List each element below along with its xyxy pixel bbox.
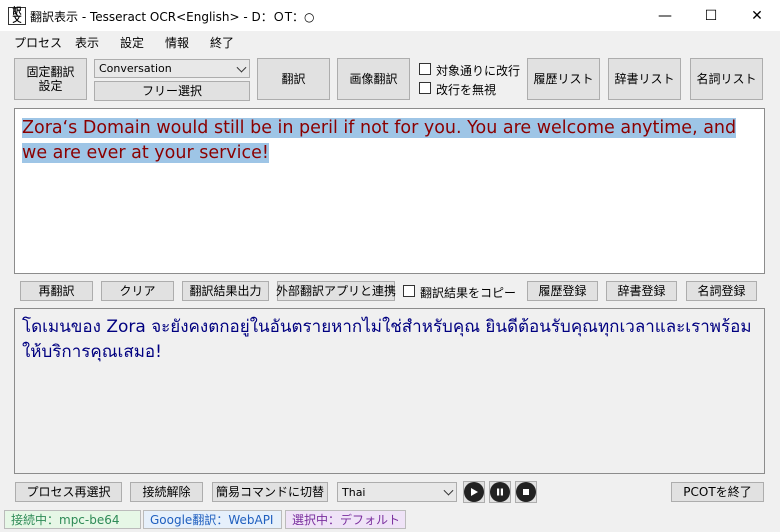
dictionary-list-button[interactable]: 辞書リスト: [608, 58, 681, 100]
close-button[interactable]: ✕: [734, 0, 780, 31]
ignore-newline-label: 改行を無視: [436, 83, 497, 97]
history-list-button[interactable]: 履歴リスト: [527, 58, 600, 100]
output-result-button[interactable]: 翻訳結果出力: [182, 281, 269, 301]
language-select[interactable]: Thai: [337, 482, 457, 502]
stop-icon: [516, 482, 536, 502]
menu-view[interactable]: 表示: [75, 34, 99, 51]
translated-text: โดเมนของ Zora จะยังคงตกอยู่ในอันตรายหากไ…: [22, 317, 752, 362]
free-select-button[interactable]: フリー選択: [94, 81, 250, 101]
noun-list-button[interactable]: 名詞リスト: [690, 58, 763, 100]
menu-exit[interactable]: 終了: [210, 34, 234, 51]
menu-bar: [0, 31, 780, 53]
fixed-translation-settings-button[interactable]: 固定翻訳 設定: [14, 58, 87, 100]
retranslate-button[interactable]: 再翻訳: [20, 281, 93, 301]
menu-info[interactable]: 情報: [165, 34, 189, 51]
status-connection: 接続中：mpc-be64: [4, 510, 141, 529]
reselect-process-button[interactable]: プロセス再選択: [15, 482, 122, 502]
status-selection: 選択中：デフォルト: [285, 510, 406, 529]
stop-button[interactable]: [515, 481, 537, 503]
chevron-down-icon: [443, 485, 454, 496]
status-engine: Google翻訳：WebAPI: [143, 510, 282, 529]
pause-button[interactable]: [489, 481, 511, 503]
menu-settings[interactable]: 設定: [120, 34, 144, 51]
mode-select[interactable]: Conversation: [94, 59, 250, 78]
copy-result-checkbox[interactable]: [403, 285, 415, 297]
pause-icon: [490, 482, 510, 502]
maximize-button[interactable]: ☐: [688, 0, 734, 31]
chevron-down-icon: [236, 62, 247, 73]
newline-as-target-label: 対象通りに改行: [436, 64, 521, 78]
external-app-link-button[interactable]: 外部翻訳アプリと連携: [276, 281, 396, 301]
simple-command-button[interactable]: 簡易コマンドに切替: [212, 482, 328, 502]
play-button[interactable]: [463, 481, 485, 503]
minimize-button[interactable]: —: [642, 0, 688, 31]
ignore-newline-checkbox[interactable]: [419, 82, 431, 94]
translate-button[interactable]: 翻訳: [257, 58, 330, 100]
newline-as-target-checkbox[interactable]: [419, 63, 431, 75]
dictionary-register-button[interactable]: 辞書登録: [606, 281, 677, 301]
history-register-button[interactable]: 履歴登録: [527, 281, 598, 301]
copy-result-label: 翻訳結果をコピー: [420, 286, 517, 300]
noun-register-button[interactable]: 名詞登録: [686, 281, 757, 301]
disconnect-button[interactable]: 接続解除: [130, 482, 203, 502]
window-title: 翻訳表示 - Tesseract OCR<English> - D：ＯT：○: [30, 10, 315, 24]
image-translate-button[interactable]: 画像翻訳: [337, 58, 410, 100]
language-select-value: Thai: [342, 485, 366, 499]
mode-select-value: Conversation: [99, 62, 172, 75]
clear-button[interactable]: クリア: [101, 281, 174, 301]
source-text-area[interactable]: Zora‘s Domain would still be in peril if…: [14, 108, 765, 274]
app-icon: 訳文: [8, 7, 26, 25]
source-text: Zora‘s Domain would still be in peril if…: [22, 118, 737, 163]
menu-process[interactable]: プロセス: [14, 34, 62, 51]
translated-text-area[interactable]: โดเมนของ Zora จะยังคงตกอยู่ในอันตรายหากไ…: [14, 308, 765, 474]
play-icon: [464, 482, 484, 502]
exit-pcot-button[interactable]: PCOTを終了: [671, 482, 764, 502]
